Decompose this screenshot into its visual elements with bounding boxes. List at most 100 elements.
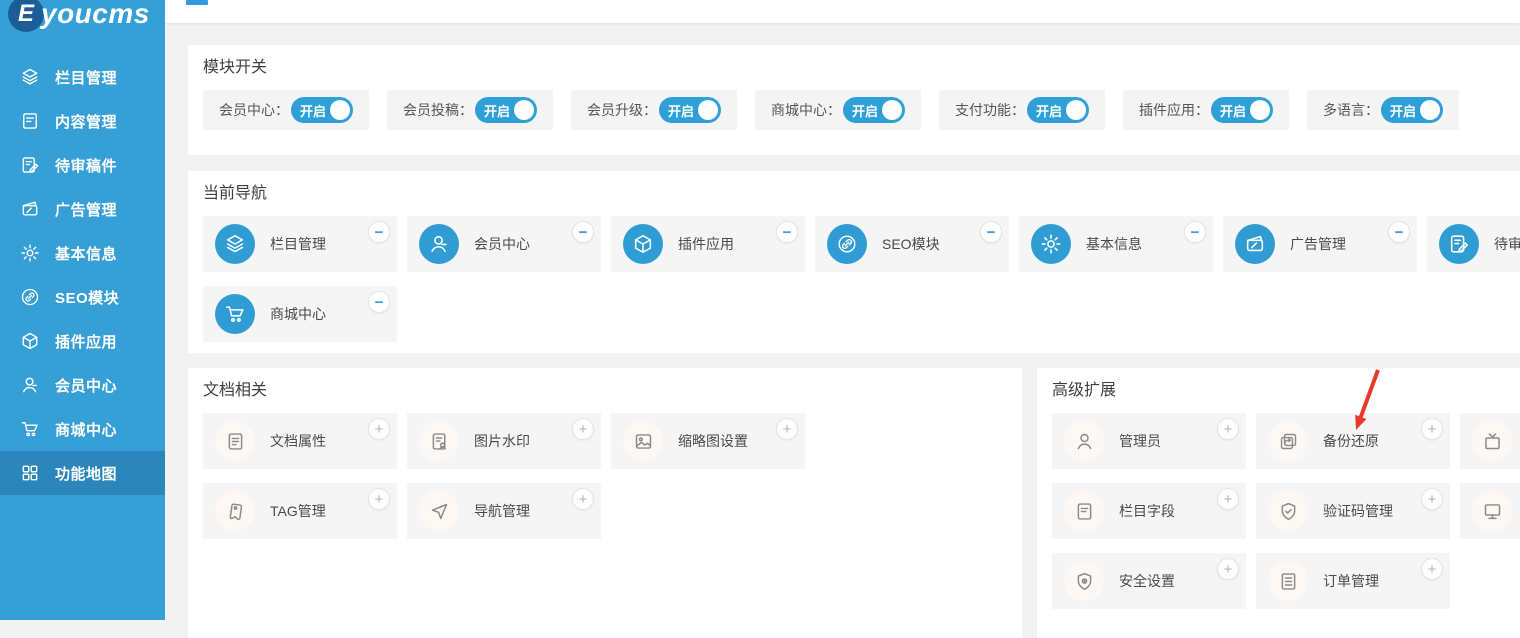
switch-member-center: 会员中心： 开启 [203, 90, 369, 130]
sidebar-item-function-map[interactable]: 功能地图 [0, 451, 165, 495]
doc-tile-watermark[interactable]: 图片水印 + [407, 413, 601, 469]
nav-tile-pending-review[interactable]: 待审稿件 − [1427, 216, 1520, 272]
adv-tile-partial-tv[interactable]: + [1460, 413, 1520, 469]
remove-button[interactable]: − [980, 221, 1002, 243]
nav-tile-mall-center[interactable]: 商城中心 − [203, 286, 397, 342]
section-title: 当前导航 [203, 185, 1520, 203]
menu-dash-icon[interactable] [186, 0, 208, 5]
toggle-knob [1420, 100, 1440, 120]
add-button[interactable]: + [368, 418, 390, 440]
toggle-knob [1066, 100, 1086, 120]
monitor-icon [1472, 491, 1512, 531]
security-settings-icon [1064, 561, 1104, 601]
add-button[interactable]: + [572, 488, 594, 510]
remove-button[interactable]: − [1184, 221, 1206, 243]
add-button[interactable]: + [1421, 418, 1443, 440]
red-pointer-arrow [1348, 368, 1382, 438]
add-button[interactable]: + [1217, 558, 1239, 580]
doc-tile-nav-manage[interactable]: 导航管理 + [407, 483, 601, 539]
tag-icon [215, 491, 255, 531]
nav-tile-member-center[interactable]: 会员中心 − [407, 216, 601, 272]
sidebar-item-column-manage[interactable]: 栏目管理 [0, 55, 165, 99]
adv-tile-partial-monitor[interactable]: + [1460, 483, 1520, 539]
toggle-on[interactable]: 开启 [475, 97, 537, 123]
sidebar-item-member-center[interactable]: 会员中心 [0, 363, 165, 407]
sidebar-menu: 栏目管理 内容管理 待审稿件 广告管理 基本信息 [0, 55, 165, 495]
toggle-knob [882, 100, 902, 120]
adv-tile-column-field[interactable]: 栏目字段 + [1052, 483, 1246, 539]
switch-mall-center: 商城中心： 开启 [755, 90, 921, 130]
add-button[interactable]: + [776, 418, 798, 440]
ad-icon [1235, 224, 1275, 264]
toggle-knob [330, 100, 350, 120]
toggle-on[interactable]: 开启 [659, 97, 721, 123]
remove-button[interactable]: − [1388, 221, 1410, 243]
adv-tile-order-manage[interactable]: 订单管理 + [1256, 553, 1450, 609]
remove-button[interactable]: − [572, 221, 594, 243]
toggle-on[interactable]: 开启 [1381, 97, 1443, 123]
switch-payment: 支付功能： 开启 [939, 90, 1105, 130]
sidebar-item-ad-manage[interactable]: 广告管理 [0, 187, 165, 231]
section-title: 模块开关 [203, 59, 1520, 77]
nav-tile-column-manage[interactable]: 栏目管理 − [203, 216, 397, 272]
pending-review-icon [1439, 224, 1479, 264]
nav-tile-plugin-app[interactable]: 插件应用 − [611, 216, 805, 272]
switch-plugin-app: 插件应用： 开启 [1123, 90, 1289, 130]
section-title: 高级扩展 [1052, 382, 1520, 400]
switch-multilang: 多语言： 开启 [1307, 90, 1459, 130]
order-manage-icon [1268, 561, 1308, 601]
nav-tile-ad-manage[interactable]: 广告管理 − [1223, 216, 1417, 272]
sidebar-item-basic-info[interactable]: 基本信息 [0, 231, 165, 275]
remove-button[interactable]: − [776, 221, 798, 243]
doc-tile-tag-manage[interactable]: TAG管理 + [203, 483, 397, 539]
navigation-icon [419, 491, 459, 531]
add-button[interactable]: + [1217, 488, 1239, 510]
thumbnail-settings-icon [623, 421, 663, 461]
add-button[interactable]: + [368, 488, 390, 510]
brand-logo-text: youcms [41, 0, 150, 30]
sidebar-item-content-manage[interactable]: 内容管理 [0, 99, 165, 143]
nav-tile-basic-info[interactable]: 基本信息 − [1019, 216, 1213, 272]
add-button[interactable]: + [1421, 488, 1443, 510]
admin-person-icon [1064, 421, 1104, 461]
adv-tile-admin[interactable]: 管理员 + [1052, 413, 1246, 469]
adv-tile-security-settings[interactable]: 安全设置 + [1052, 553, 1246, 609]
gear-icon [1031, 224, 1071, 264]
advanced-extensions-card: 高级扩展 管理员 + 备份还原 + + [1037, 368, 1520, 638]
section-title: 文档相关 [203, 382, 1007, 400]
top-bar [165, 0, 1520, 23]
remove-button[interactable]: − [368, 291, 390, 313]
remove-button[interactable]: − [368, 221, 390, 243]
doc-tile-attributes[interactable]: 文档属性 + [203, 413, 397, 469]
toggle-on[interactable]: 开启 [291, 97, 353, 123]
sidebar-item-pending-review[interactable]: 待审稿件 [0, 143, 165, 187]
backup-restore-icon [1268, 421, 1308, 461]
toggle-knob [1250, 100, 1270, 120]
add-button[interactable]: + [1421, 558, 1443, 580]
add-button[interactable]: + [572, 418, 594, 440]
column-field-icon [1064, 491, 1104, 531]
sidebar-item-seo-module[interactable]: SEO模块 [0, 275, 165, 319]
doc-attribute-icon [215, 421, 255, 461]
brand-logo[interactable]: E youcms [0, 0, 165, 37]
toggle-on[interactable]: 开启 [843, 97, 905, 123]
current-nav-card: 当前导航 栏目管理 − 会员中心 − 插件应用 − [188, 171, 1520, 353]
mall-cart-icon [20, 419, 40, 439]
function-map-grid-icon [20, 463, 40, 483]
switch-member-upgrade: 会员升级： 开启 [571, 90, 737, 130]
sidebar-item-plugin-app[interactable]: 插件应用 [0, 319, 165, 363]
mall-cart-icon [215, 294, 255, 334]
doc-tile-thumbnail[interactable]: 缩略图设置 + [611, 413, 805, 469]
captcha-shield-icon [1268, 491, 1308, 531]
plugin-cube-icon [20, 331, 40, 351]
module-switches-card: 模块开关 会员中心： 开启 会员投稿： 开启 会员升级： 开启 商城中心： 开启… [188, 45, 1520, 155]
content-doc-icon [20, 111, 40, 131]
toggle-on[interactable]: 开启 [1211, 97, 1273, 123]
sidebar-item-mall-center[interactable]: 商城中心 [0, 407, 165, 451]
member-person-icon [20, 375, 40, 395]
adv-tile-captcha-manage[interactable]: 验证码管理 + [1256, 483, 1450, 539]
add-button[interactable]: + [1217, 418, 1239, 440]
doc-grid: 文档属性 + 图片水印 + 缩略图设置 + T [203, 413, 1007, 539]
toggle-on[interactable]: 开启 [1027, 97, 1089, 123]
nav-tile-seo-module[interactable]: SEO模块 − [815, 216, 1009, 272]
